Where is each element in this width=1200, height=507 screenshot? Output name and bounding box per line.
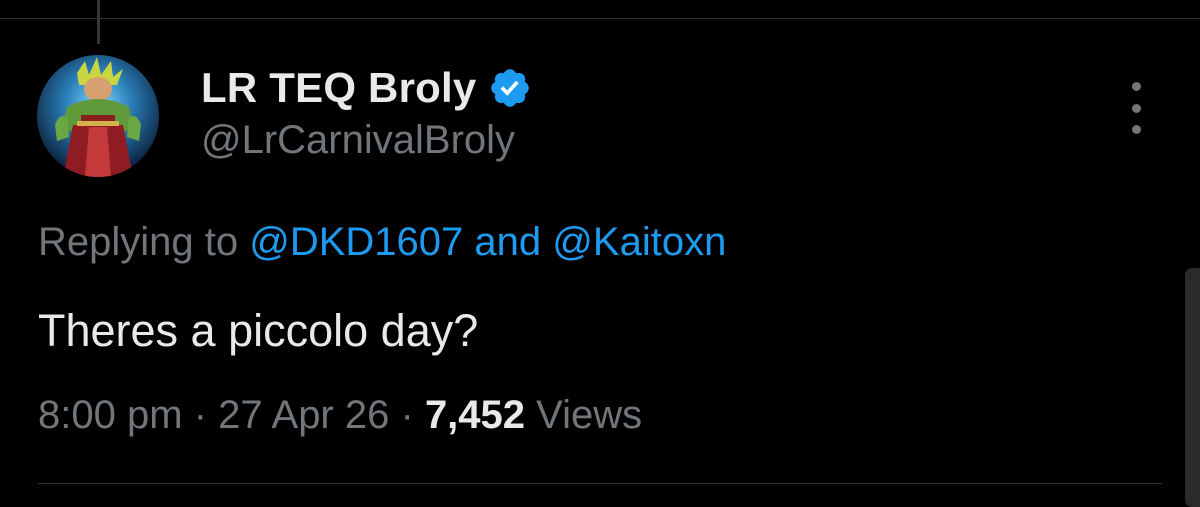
verified-badge-icon[interactable] [488, 66, 532, 110]
tweet-time[interactable]: 8:00 pm [38, 393, 183, 437]
author-display-name[interactable]: LR TEQ Broly [201, 64, 476, 112]
views-label: Views [536, 393, 643, 437]
replying-prefix: Replying to [38, 220, 239, 264]
views-count[interactable]: 7,452 [425, 393, 525, 437]
tweet-text: Theres a piccolo day? [38, 305, 479, 356]
broly-avatar-icon [37, 55, 159, 177]
bottom-divider [38, 483, 1162, 484]
tweet-date[interactable]: 27 Apr 26 [218, 393, 389, 437]
more-dot [1131, 103, 1141, 113]
avatar[interactable] [37, 55, 159, 177]
author-name-row: LR TEQ Broly [201, 60, 532, 116]
tweet-header: LR TEQ Broly @LrCarnivalBroly [201, 60, 532, 163]
meta-separator: · [400, 393, 414, 437]
reply-mention-2[interactable]: @Kaitoxn [552, 220, 726, 264]
scrollbar[interactable] [1185, 268, 1200, 507]
reply-context: Replying to @DKD1607 and @Kaitoxn [38, 220, 726, 265]
more-dot [1131, 82, 1141, 91]
reply-mention-1[interactable]: @DKD1607 [249, 220, 463, 264]
meta-separator: · [193, 393, 207, 437]
reply-conjunction[interactable]: and [474, 220, 541, 264]
more-dot [1131, 125, 1141, 134]
author-handle[interactable]: @LrCarnivalBroly [201, 118, 532, 163]
more-options-icon[interactable] [1118, 82, 1154, 134]
thread-connector-line [97, 0, 100, 44]
top-divider [0, 18, 1200, 19]
tweet-meta: 8:00 pm · 27 Apr 26 · 7,452 Views [38, 393, 642, 438]
